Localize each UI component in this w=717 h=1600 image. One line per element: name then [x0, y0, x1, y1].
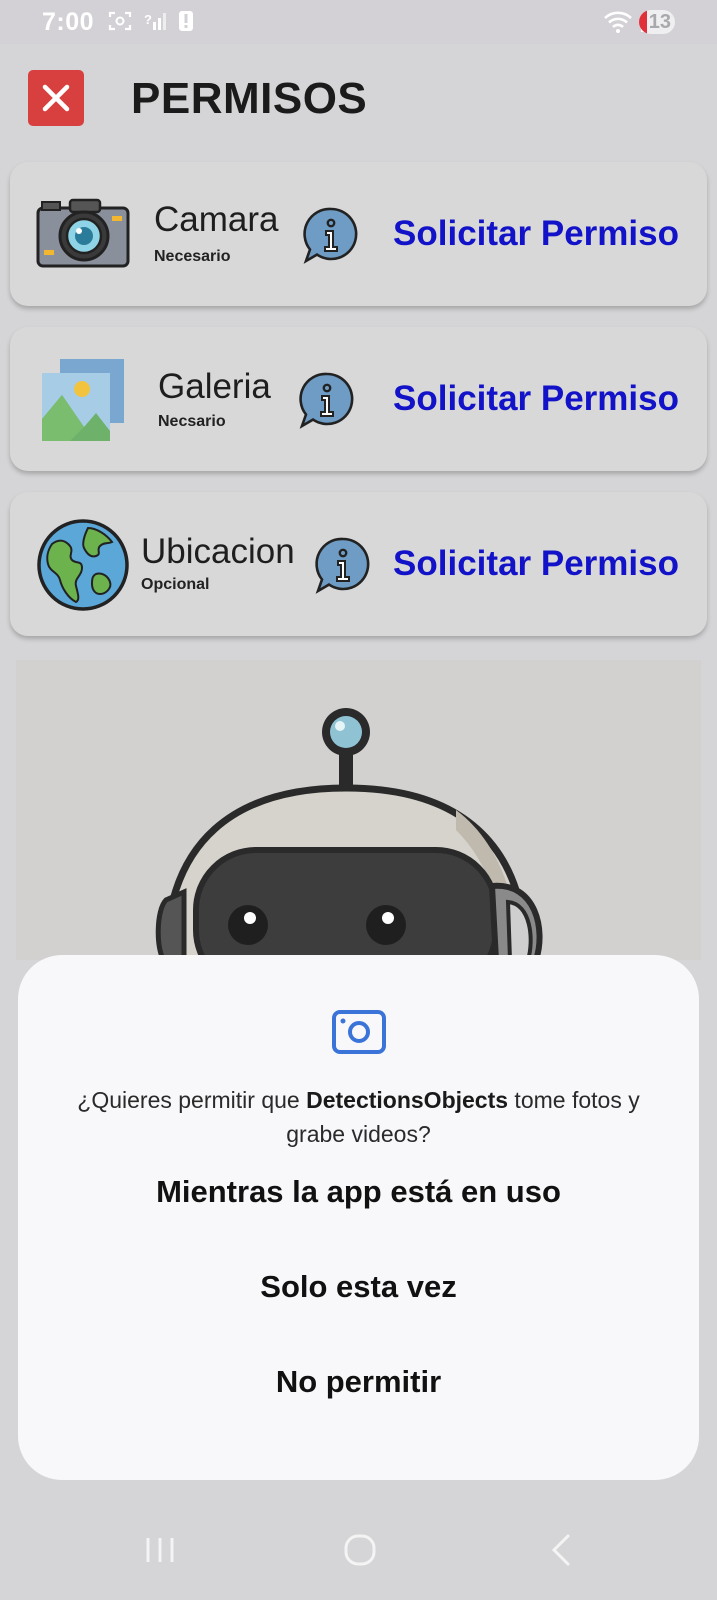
- allow-once-button[interactable]: Solo esta vez: [18, 1247, 699, 1327]
- battery-level: 13: [648, 10, 671, 33]
- battery-indicator: 13: [639, 10, 675, 34]
- close-icon: [42, 84, 70, 112]
- status-bar: 7:00 ? 13: [0, 0, 717, 44]
- page-title: PERMISOS: [131, 74, 368, 123]
- svg-text:?: ?: [144, 12, 152, 27]
- allow-while-using-button[interactable]: Mientras la app está en uso: [18, 1152, 699, 1232]
- camera-icon: [36, 198, 130, 268]
- request-permission-button[interactable]: Solicitar Permiso: [393, 214, 679, 254]
- screenshot-icon: [108, 11, 132, 31]
- permission-card-gallery: Galeria Necsario Solicitar Permiso: [10, 327, 707, 471]
- permission-title: Ubicacion: [141, 532, 295, 571]
- app-name: DetectionsObjects: [306, 1087, 509, 1113]
- deny-button[interactable]: No permitir: [18, 1342, 699, 1422]
- permission-subtitle: Necsario: [158, 413, 226, 430]
- no-signal-icon: ?: [144, 12, 166, 30]
- wifi-icon: [604, 11, 632, 33]
- home-icon[interactable]: [340, 1530, 380, 1570]
- close-button[interactable]: [28, 70, 84, 126]
- recent-apps-icon[interactable]: [140, 1530, 180, 1570]
- globe-icon: [37, 519, 129, 611]
- permission-card-location: Ubicacion Opcional Solicitar Permiso: [10, 492, 707, 636]
- request-permission-button[interactable]: Solicitar Permiso: [393, 544, 679, 584]
- dialog-message: ¿Quieres permitir que DetectionsObjects …: [77, 1087, 640, 1147]
- request-permission-button[interactable]: Solicitar Permiso: [393, 379, 679, 419]
- gallery-icon: [42, 359, 124, 441]
- permission-title: Camara: [154, 200, 279, 239]
- camera-icon: [332, 1010, 386, 1054]
- robot-image: [155, 708, 543, 960]
- app-header: PERMISOS: [0, 44, 717, 154]
- permission-dialog: ¿Quieres permitir que DetectionsObjects …: [18, 955, 699, 1480]
- permission-card-camera: Camara Necesario Solicitar Permiso: [10, 162, 707, 306]
- alert-icon: [179, 11, 193, 31]
- back-icon[interactable]: [542, 1530, 582, 1570]
- info-icon[interactable]: [314, 536, 372, 594]
- status-time: 7:00: [42, 8, 95, 36]
- permission-title: Galeria: [158, 367, 271, 406]
- permission-subtitle: Necesario: [154, 248, 231, 265]
- navigation-bar: [0, 1500, 717, 1600]
- info-icon[interactable]: [298, 371, 356, 429]
- info-icon[interactable]: [302, 206, 360, 264]
- permission-subtitle: Opcional: [141, 576, 210, 593]
- robot-illustration: [16, 660, 701, 960]
